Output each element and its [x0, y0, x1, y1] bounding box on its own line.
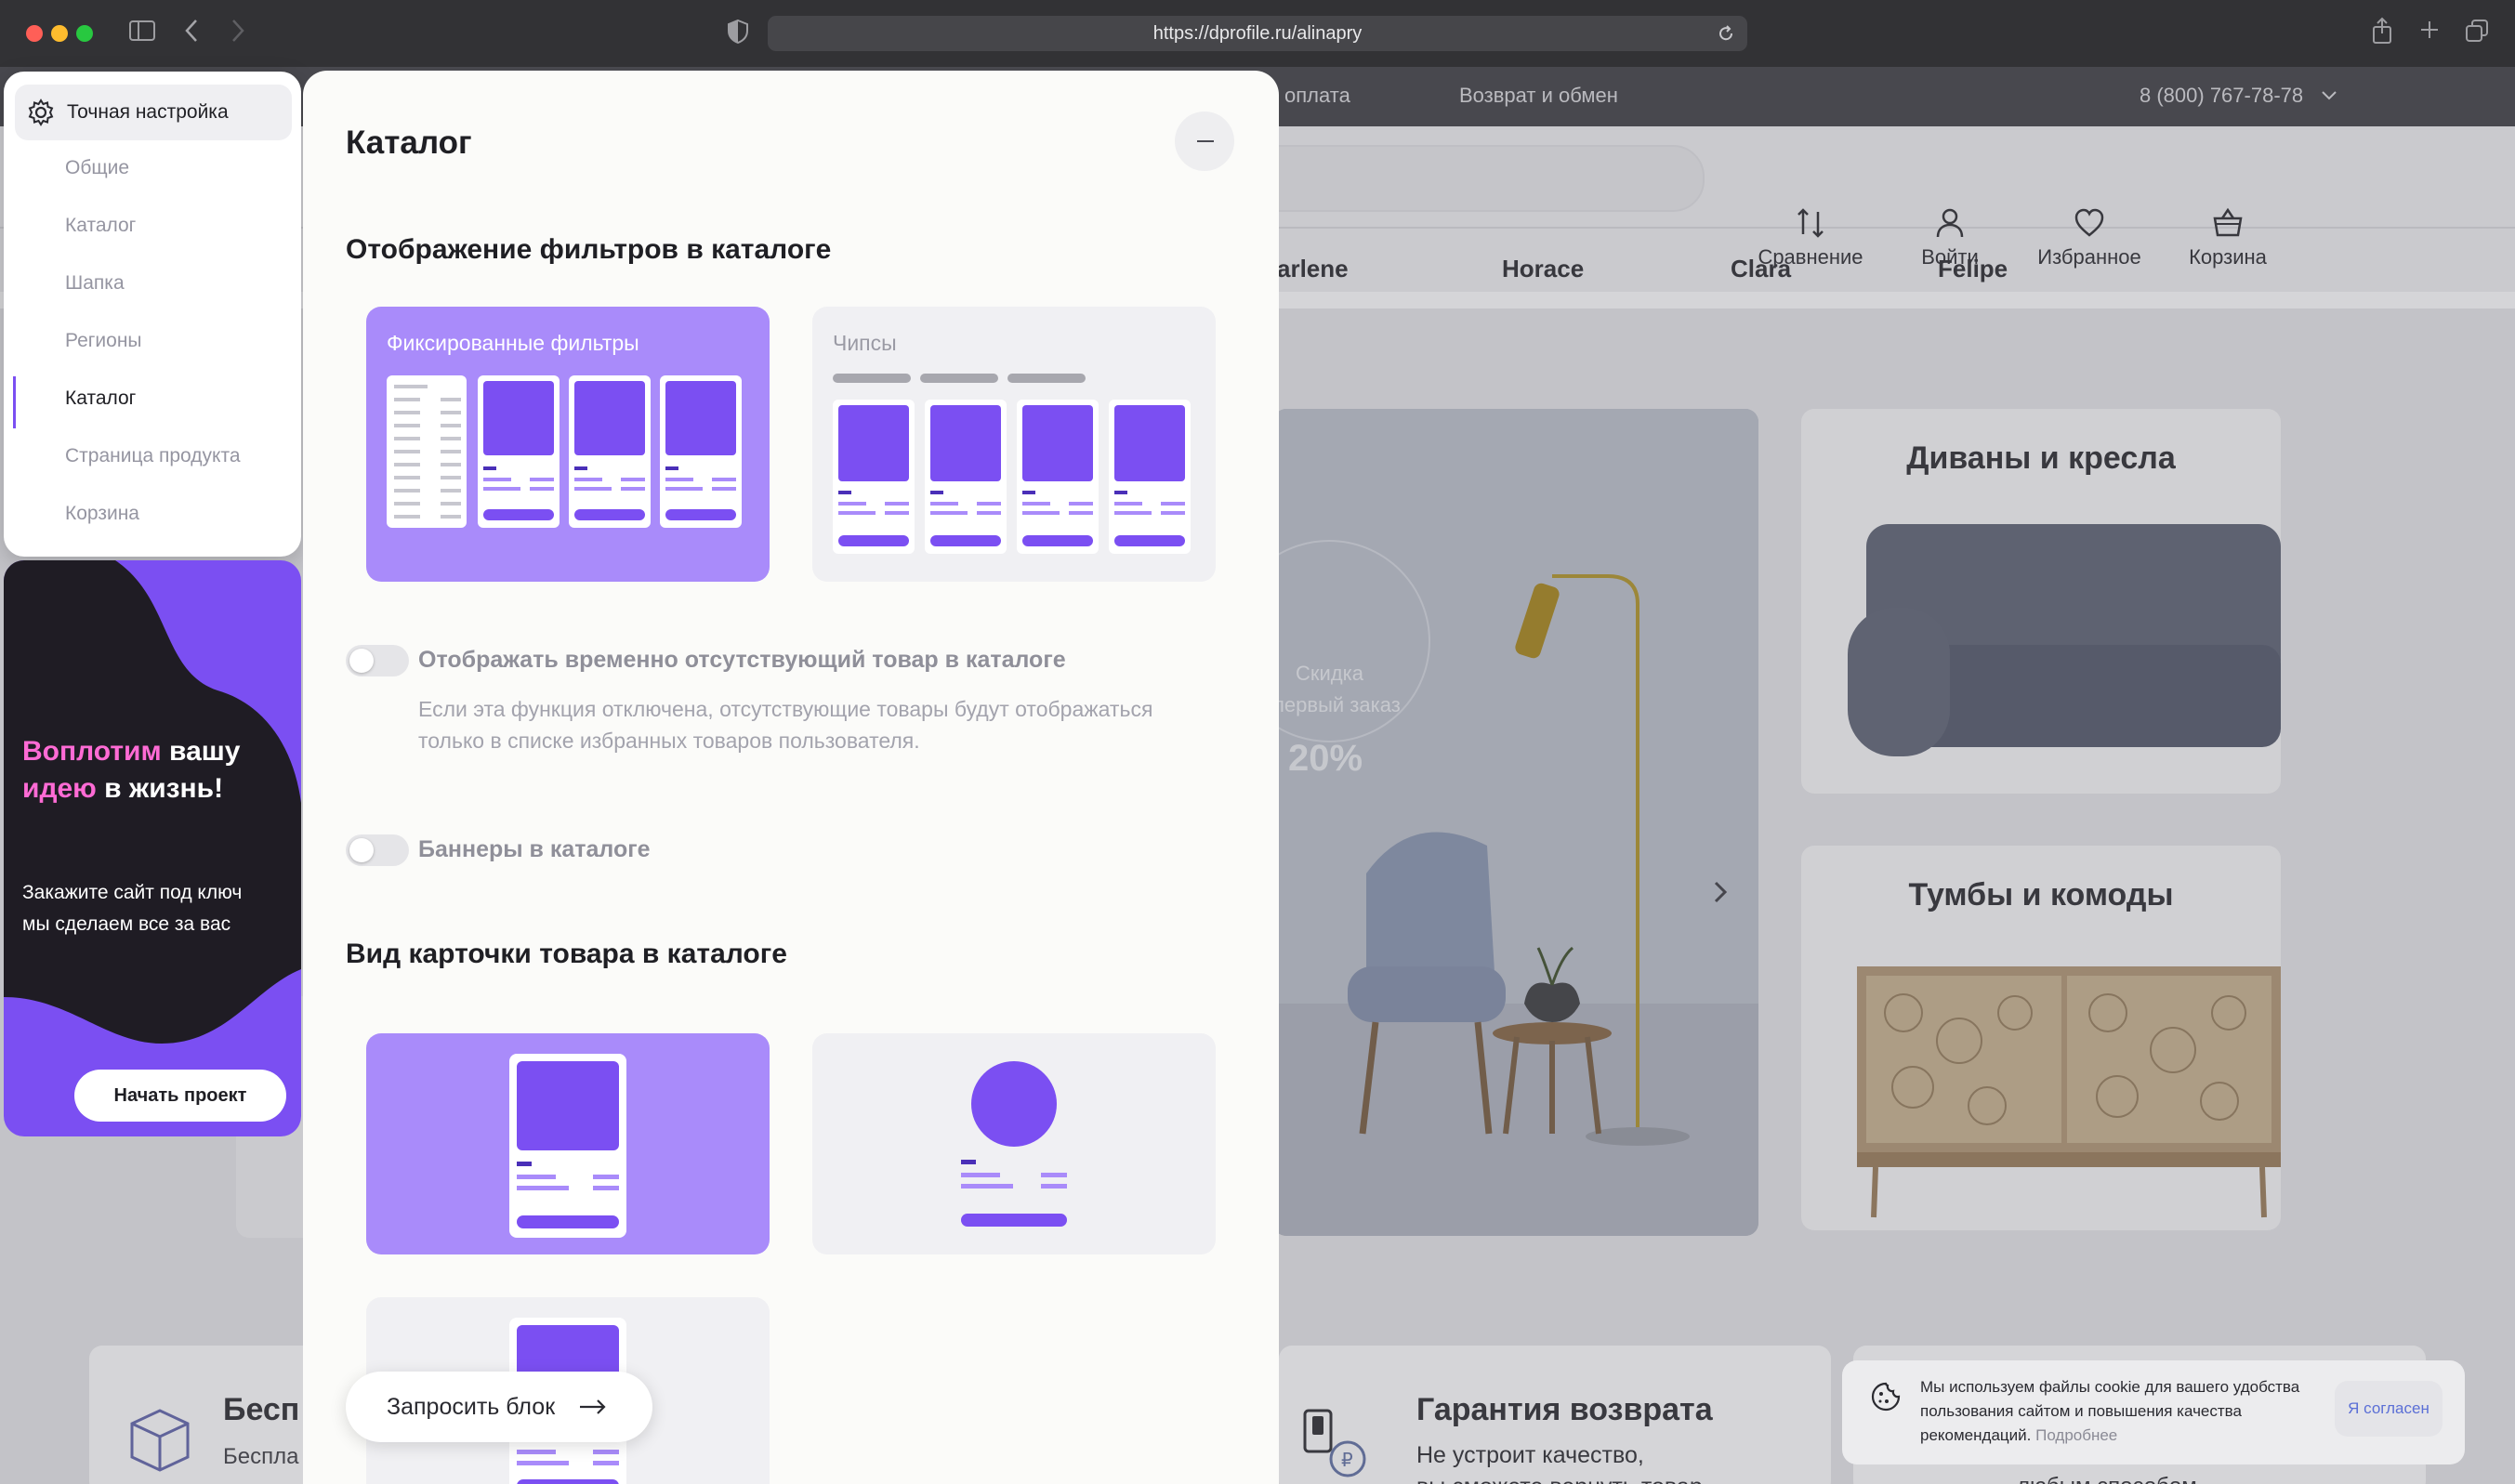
shield-icon[interactable] [727, 19, 749, 50]
chips-preview [833, 374, 1191, 554]
cookie-agree-label: Я согласен [2348, 1399, 2429, 1417]
share-icon[interactable] [2370, 17, 2394, 50]
sidebar-item-regions[interactable]: Регионы [65, 330, 142, 352]
promo-subtext-line2: мы сделаем все за вас [22, 913, 231, 935]
card-view-option-round[interactable] [812, 1033, 1216, 1254]
request-block-label: Запросить блок [387, 1394, 556, 1420]
promo-blob [4, 560, 301, 1044]
settings-sidebar: Точная настройка Общие Каталог Шапка Рег… [4, 72, 301, 557]
cookie-more-link[interactable]: Подробнее [2035, 1426, 2117, 1444]
sidebar-item-product-page[interactable]: Страница продукта [65, 445, 241, 467]
address-bar[interactable]: https://dprofile.ru/alinapry [768, 16, 1747, 51]
collapse-button[interactable] [1175, 112, 1234, 171]
promo-headline-accent2: идею [22, 773, 97, 804]
out-of-stock-toggle[interactable] [346, 645, 409, 676]
sidebar-item-general[interactable]: Общие [65, 157, 129, 179]
tab-overview-icon[interactable] [2465, 19, 2489, 48]
sidebar-toggle-icon[interactable] [128, 19, 156, 48]
browser-toolbar: https://dprofile.ru/alinapry [0, 0, 2515, 67]
forward-icon[interactable] [229, 17, 247, 50]
catalog-settings-panel: Каталог Отображение фильтров в каталоге … [303, 71, 1279, 1484]
sidebar-header[interactable]: Точная настройка [15, 85, 292, 140]
sidebar-header-label: Точная настройка [67, 101, 229, 123]
sidebar-active-indicator [13, 376, 16, 428]
start-project-label: Начать проект [113, 1085, 247, 1106]
start-project-button[interactable]: Начать проект [74, 1070, 286, 1122]
panel-title: Каталог [346, 125, 472, 161]
promo-headline: Воплотим вашу идею в жизнь! [22, 733, 301, 808]
sidebar-item-catalog-active[interactable]: Каталог [65, 387, 136, 410]
sidebar-item-cart[interactable]: Корзина [65, 503, 139, 525]
arrow-right-icon [580, 1399, 606, 1414]
sidebar-item-catalog[interactable]: Каталог [65, 215, 136, 237]
request-block-button[interactable]: Запросить блок [346, 1372, 652, 1442]
out-of-stock-help: Если эта функция отключена, отсутствующи… [418, 697, 1153, 753]
out-of-stock-toggle-label: Отображать временно отсутствующий товар … [418, 647, 1066, 673]
card-view-section-title: Вид карточки товара в каталоге [346, 939, 787, 969]
catalog-banners-toggle-label: Баннеры в каталоге [418, 836, 651, 862]
gear-icon [28, 98, 54, 126]
cookie-notice: Мы используем файлы cookie для вашего уд… [1842, 1360, 2465, 1464]
promo-headline-text1: вашу [169, 736, 241, 767]
zoom-window-button[interactable] [76, 25, 93, 42]
url-text: https://dprofile.ru/alinapry [1152, 23, 1363, 44]
minimize-window-button[interactable] [51, 25, 68, 42]
card-standard-preview [509, 1054, 626, 1238]
cookie-text-block: Мы используем файлы cookie для вашего уд… [1920, 1375, 2329, 1448]
card-view-option-standard[interactable] [366, 1033, 770, 1254]
close-window-button[interactable] [26, 25, 43, 42]
filter-option-label: Чипсы [833, 331, 897, 355]
back-icon[interactable] [182, 17, 201, 50]
reload-icon[interactable] [1718, 25, 1734, 42]
filter-option-chips[interactable]: Чипсы [812, 307, 1216, 582]
promo-card: Воплотим вашу идею в жизнь! Закажите сай… [4, 560, 301, 1136]
fixed-filters-preview [387, 375, 742, 528]
promo-subtext-line1: Закажите сайт под ключ [22, 882, 243, 903]
cookie-icon [1871, 1382, 1901, 1412]
filter-option-label: Фиксированные фильтры [387, 331, 639, 355]
card-round-preview [961, 1061, 1067, 1227]
sidebar-item-header[interactable]: Шапка [65, 272, 125, 295]
new-tab-icon[interactable] [2418, 19, 2441, 46]
promo-headline-accent1: Воплотим [22, 736, 162, 767]
filters-section-title: Отображение фильтров в каталоге [346, 234, 832, 265]
filter-option-fixed[interactable]: Фиксированные фильтры [366, 307, 770, 582]
catalog-banners-toggle[interactable] [346, 834, 409, 866]
promo-headline-text2: в жизнь! [104, 773, 224, 804]
cookie-agree-button[interactable]: Я согласен [2335, 1381, 2443, 1437]
